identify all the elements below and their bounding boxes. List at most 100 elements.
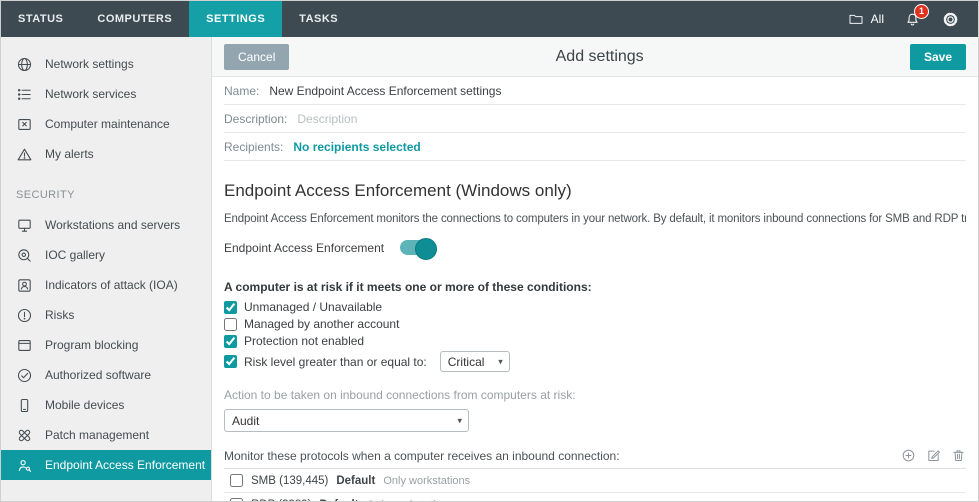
sidebar-item-network-settings[interactable]: Network settings [1,49,211,79]
folder-icon [848,11,864,27]
notification-badge: 1 [914,4,929,19]
alert-triangle-icon [16,146,33,163]
protocol-default-badge: Default [320,499,359,502]
recipients-row: Recipients: No recipients selected [224,133,966,161]
table-row-rdp[interactable]: RDP (3389) Default Only workstations [224,493,966,501]
section-title: Endpoint Access Enforcement (Windows onl… [224,181,966,201]
sidebar-item-endpoint-access-enforcement[interactable]: Endpoint Access Enforcement [1,450,211,480]
sidebar-item-patch-management[interactable]: Patch management [1,420,211,450]
check-circle-icon [16,367,33,384]
condition-managed-other-account-checkbox[interactable] [224,318,237,331]
sidebar-item-authorized-software[interactable]: Authorized software [1,360,211,390]
notifications-button[interactable]: 1 [904,11,921,28]
sidebar-item-label: Network settings [45,57,134,71]
sidebar-section-security: SECURITY [16,189,196,201]
sidebar-item-label: Endpoint Access Enforcement [45,458,205,472]
protocol-name: RDP (3389) [251,499,312,502]
tab-tasks[interactable]: TASKS [282,1,355,37]
description-row: Description: [224,105,966,133]
tab-computers[interactable]: COMPUTERS [80,1,189,37]
condition-protection-not-enabled-checkbox[interactable] [224,335,237,348]
sidebar-item-label: Risks [45,308,74,322]
cancel-button[interactable]: Cancel [224,44,289,70]
condition-label: Managed by another account [244,317,399,331]
condition-unmanaged-checkbox[interactable] [224,301,237,314]
sidebar-item-mobile-devices[interactable]: Mobile devices [1,390,211,420]
recipients-link[interactable]: No recipients selected [293,140,420,154]
top-navbar: STATUS COMPUTERS SETTINGS TASKS All 1 [1,1,978,37]
protocol-name: SMB (139,445) [251,475,328,487]
sidebar-item-label: Workstations and servers [45,218,180,232]
condition-managed-other-account: Managed by another account [224,317,966,331]
web-console-settings-button[interactable] [941,10,960,29]
add-settings-panel: Cancel Add settings Save Name: Descripti… [211,37,978,501]
add-protocol-icon[interactable] [901,448,916,463]
condition-label: Risk level greater than or equal to: [244,355,427,369]
risk-level-select[interactable]: Critical [440,351,510,372]
sidebar-item-risks[interactable]: Risks [1,300,211,330]
sidebar-item-label: Patch management [45,428,149,442]
section-intro: Endpoint Access Enforcement monitors the… [224,213,966,225]
sidebar-item-my-alerts[interactable]: My alerts [1,139,211,169]
protocols-table: SMB (139,445) Default Only workstations … [224,468,966,501]
condition-risk-level: Risk level greater than or equal to: Cri… [224,351,966,372]
sidebar-item-label: Mobile devices [45,398,124,412]
description-input[interactable] [297,112,966,126]
action-select[interactable]: Audit [224,409,469,432]
sidebar-item-label: IOC gallery [45,248,105,262]
exclamation-circle-icon [16,307,33,324]
rdp-checkbox[interactable] [230,498,243,501]
gear-icon [941,10,960,29]
sidebar-item-label: Computer maintenance [45,117,170,131]
protocol-note: Only workstations [383,475,470,487]
enforcement-toggle-row: Endpoint Access Enforcement [224,240,966,255]
settings-sidebar: Network settings Network services Comput… [1,37,211,501]
screen-x-icon [16,116,33,133]
enforcement-toggle[interactable] [400,240,436,255]
list-icon [16,86,33,103]
protocols-header: Monitor these protocols when a computer … [224,448,966,463]
smb-checkbox[interactable] [230,474,243,487]
sidebar-item-program-blocking[interactable]: Program blocking [1,330,211,360]
sidebar-item-ioc-gallery[interactable]: IOC gallery [1,240,211,270]
window-icon [16,337,33,354]
app-window: STATUS COMPUTERS SETTINGS TASKS All 1 [0,0,979,502]
person-badge-icon [16,277,33,294]
recipients-label: Recipients: [224,140,283,154]
sidebar-item-label: Program blocking [45,338,138,352]
sidebar-item-label: Indicators of attack (IOA) [45,278,178,292]
edit-protocol-icon[interactable] [926,448,941,463]
sidebar-item-computer-maintenance[interactable]: Computer maintenance [1,109,211,139]
group-filter-label: All [871,12,884,26]
tab-settings[interactable]: SETTINGS [189,1,282,37]
sidebar-item-label: Authorized software [45,368,151,382]
panel-header: Cancel Add settings Save [212,37,978,77]
save-button[interactable]: Save [910,44,966,70]
condition-label: Unmanaged / Unavailable [244,300,382,314]
globe-icon [16,56,33,73]
description-label: Description: [224,112,287,126]
sidebar-item-label: My alerts [45,147,94,161]
main-tabs: STATUS COMPUTERS SETTINGS TASKS [1,1,355,37]
protocols-label: Monitor these protocols when a computer … [224,449,620,463]
magnifier-target-icon [16,247,33,264]
name-input[interactable] [269,84,966,98]
sidebar-item-indicators-of-attack[interactable]: Indicators of attack (IOA) [1,270,211,300]
table-row-smb[interactable]: SMB (139,445) Default Only workstations [224,469,966,493]
name-label: Name: [224,84,259,98]
enforcement-toggle-label: Endpoint Access Enforcement [224,241,384,255]
protocols-toolbar [901,448,966,463]
group-filter-button[interactable]: All [848,11,884,27]
delete-protocol-icon[interactable] [951,448,966,463]
name-row: Name: [224,77,966,105]
condition-risk-level-checkbox[interactable] [224,355,237,368]
condition-protection-not-enabled: Protection not enabled [224,334,966,348]
sidebar-item-workstations-and-servers[interactable]: Workstations and servers [1,210,211,240]
tab-status[interactable]: STATUS [1,1,80,37]
patch-icon [16,427,33,444]
protocol-default-badge: Default [336,475,375,487]
person-key-icon [16,457,33,474]
condition-label: Protection not enabled [244,334,364,348]
sidebar-item-network-services[interactable]: Network services [1,79,211,109]
phone-icon [16,397,33,414]
